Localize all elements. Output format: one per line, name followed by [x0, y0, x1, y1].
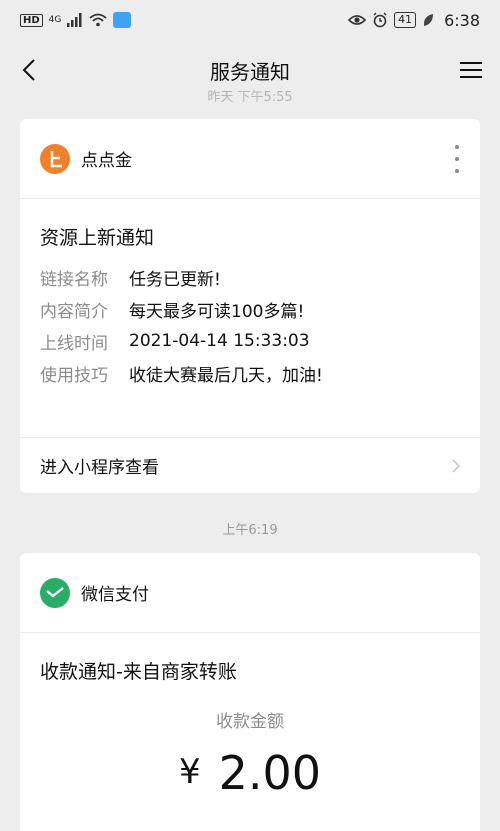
card-header: 点点金	[20, 119, 480, 199]
eye-icon	[348, 15, 367, 25]
status-bar: HD 4G 41 6:38	[0, 0, 500, 40]
field-label: 链接名称	[40, 269, 108, 290]
wechat-pay-icon	[40, 577, 70, 608]
back-button[interactable]	[14, 55, 44, 85]
signal-icon	[67, 13, 82, 27]
field-value: 每天最多可读100多篇!	[129, 301, 305, 322]
field-row: 使用技巧 收徒大赛最后几天，加油!	[40, 357, 480, 389]
diandianjin-logo-icon	[40, 143, 70, 174]
clock: 6:38	[444, 10, 480, 30]
notice-title: 资源上新通知	[40, 227, 155, 249]
timestamp: 上午6:19	[222, 523, 278, 538]
field-value: 收徒大赛最后几天，加油!	[129, 365, 323, 386]
menu-button[interactable]	[456, 55, 486, 85]
footer-label: 进入小程序查看	[40, 458, 159, 478]
currency-symbol: ¥	[178, 752, 201, 792]
amount-display: ¥2.00	[20, 746, 480, 800]
brand-name: 点点金	[81, 151, 132, 171]
field-row: 链接名称 任务已更新!	[40, 261, 480, 293]
leaf-icon	[423, 14, 434, 26]
hd-indicator: HD	[20, 13, 43, 27]
chevron-right-icon	[452, 459, 461, 473]
network-type: 4G	[48, 15, 62, 25]
notification-card[interactable]: 点点金 资源上新通知 链接名称 任务已更新! 内容简介 每天最多可读100多篇!…	[20, 119, 480, 493]
page-title: 服务通知	[210, 59, 290, 84]
payment-card[interactable]: 微信支付 收款通知-来自商家转账 收款金额 ¥2.00	[20, 553, 480, 831]
chevron-left-icon	[22, 59, 35, 81]
field-label: 内容简介	[40, 301, 108, 322]
more-options-icon[interactable]	[452, 145, 462, 173]
field-row: 上线时间 2021-04-14 15:33:03	[40, 325, 480, 357]
app-notification-icon	[113, 12, 132, 28]
field-label: 上线时间	[40, 333, 108, 354]
field-row: 内容简介 每天最多可读100多篇!	[40, 293, 480, 325]
hamburger-icon	[460, 62, 482, 78]
field-label: 使用技巧	[40, 365, 108, 386]
amount-value: 2.00	[218, 746, 322, 800]
field-value: 任务已更新!	[129, 269, 221, 290]
battery-icon: 41	[394, 12, 417, 28]
alarm-icon	[373, 12, 387, 28]
notice-title: 收款通知-来自商家转账	[40, 661, 237, 683]
amount-label: 收款金额	[216, 712, 284, 732]
field-list: 链接名称 任务已更新! 内容简介 每天最多可读100多篇! 上线时间 2021-…	[20, 261, 480, 389]
card-header: 微信支付	[20, 553, 480, 633]
timestamp: 昨天 下午5:55	[207, 90, 293, 102]
open-mini-program-link[interactable]: 进入小程序查看	[20, 437, 480, 493]
field-value: 2021-04-14 15:33:03	[129, 331, 310, 351]
brand-name: 微信支付	[81, 585, 149, 605]
wifi-icon	[89, 13, 107, 27]
